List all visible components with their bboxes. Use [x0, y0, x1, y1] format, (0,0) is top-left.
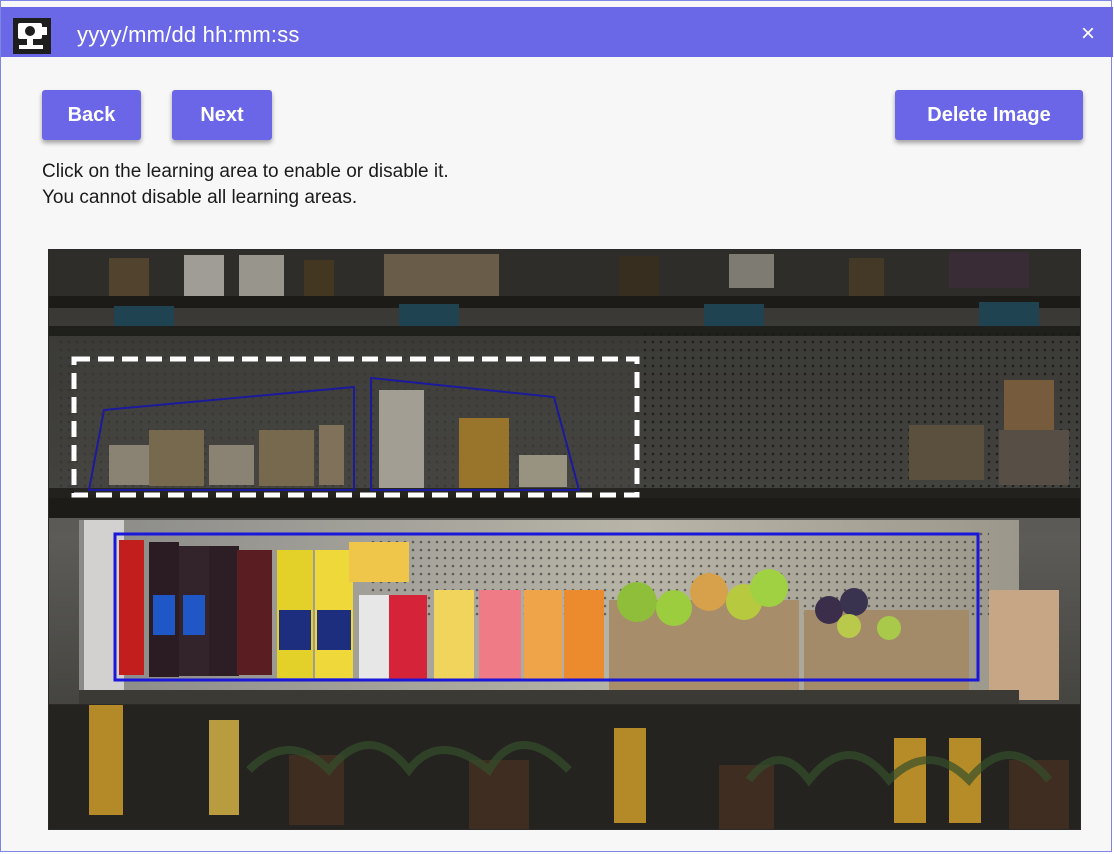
- instruction-line-1: Click on the learning area to enable or …: [42, 161, 449, 182]
- learning-area-upper[interactable]: [71, 356, 640, 498]
- title-bar: yyyy/mm/dd hh:mm:ss ×: [1, 7, 1113, 57]
- delete-image-button[interactable]: Delete Image: [895, 90, 1083, 140]
- next-button[interactable]: Next: [172, 90, 272, 140]
- back-button[interactable]: Back: [42, 90, 141, 140]
- camera-image[interactable]: [48, 249, 1081, 830]
- window-title: yyyy/mm/dd hh:mm:ss: [77, 22, 300, 47]
- close-icon[interactable]: ×: [1075, 21, 1101, 47]
- instruction-line-2: You cannot disable all learning areas.: [42, 187, 358, 208]
- camera-app-icon: [13, 18, 51, 54]
- learning-area-dialog: yyyy/mm/dd hh:mm:ss × Back Next Delete I…: [0, 0, 1113, 852]
- shelf-photo: [49, 250, 1080, 829]
